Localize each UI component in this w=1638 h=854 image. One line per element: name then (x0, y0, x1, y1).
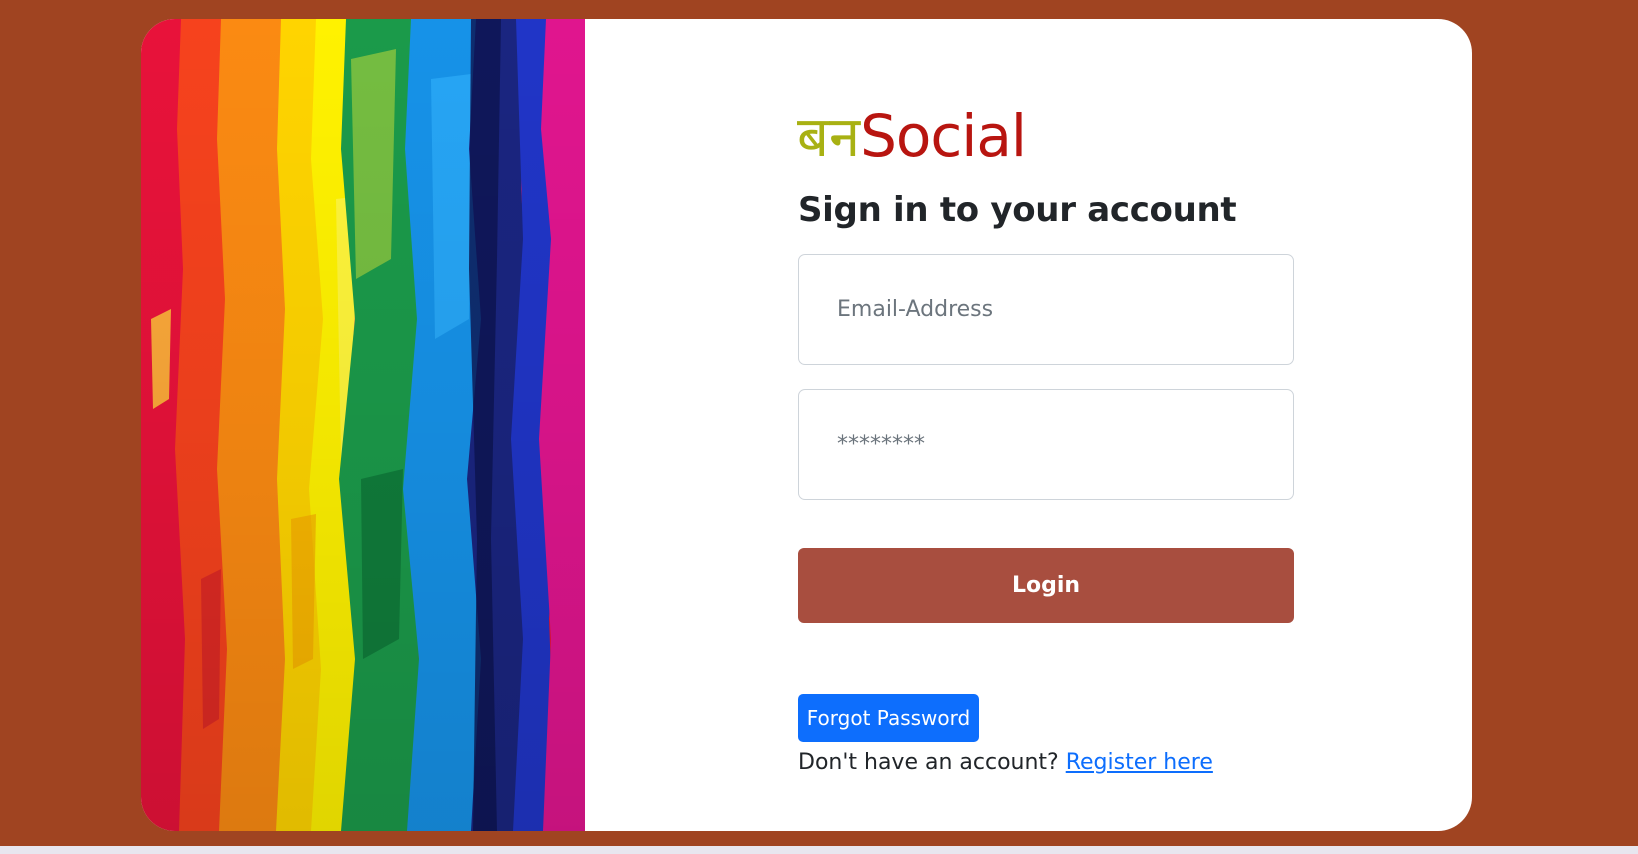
rainbow-paint-image (141, 19, 585, 831)
login-button[interactable]: Login (798, 548, 1294, 623)
bottom-strip (0, 846, 1638, 854)
brand-devanagari: बन (797, 105, 861, 170)
password-field[interactable] (798, 389, 1294, 500)
email-field[interactable] (798, 254, 1294, 365)
brand-social: Social (860, 102, 1027, 170)
register-prompt: Don't have an account? (798, 750, 1066, 775)
forgot-password-button[interactable]: Forgot Password (798, 694, 979, 742)
page-title: Sign in to your account (798, 190, 1237, 230)
login-form: बनSocial Sign in to your account Login F… (657, 19, 1294, 831)
register-link[interactable]: Register here (1066, 750, 1213, 775)
login-card: बनSocial Sign in to your account Login F… (141, 19, 1472, 831)
register-prompt-row: Don't have an account? Register here (798, 746, 1213, 779)
brand-logo: बनSocial (797, 107, 1027, 166)
